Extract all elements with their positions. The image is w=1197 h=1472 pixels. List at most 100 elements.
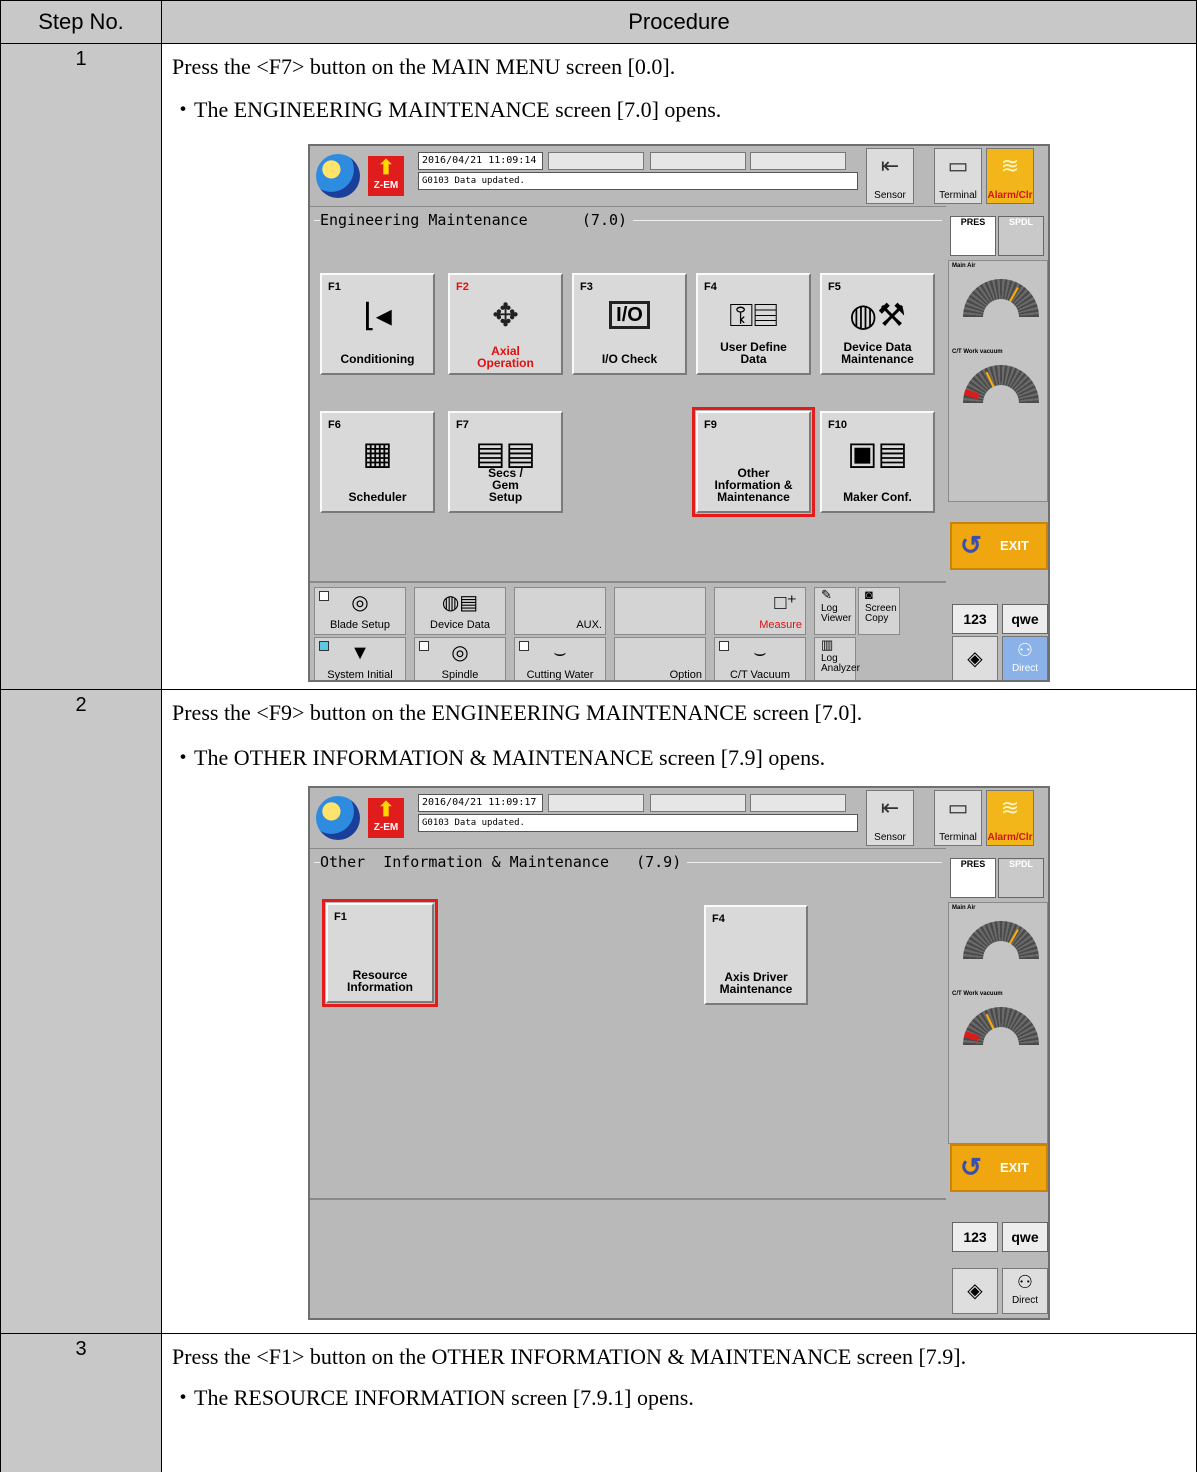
ct-vacuum-icon: ⌣ <box>753 642 767 664</box>
pres-spdl-indicators: PRES SPDL <box>950 216 1046 262</box>
f2-axial-operation-button[interactable]: F2 ✥ Axial Operation <box>448 273 563 375</box>
sensor-icon: ⇤ <box>880 153 900 178</box>
navigation-icon: ◈ <box>967 1280 983 1302</box>
user-define-icon: ⚿▤ <box>729 297 778 333</box>
direct-button[interactable]: ⚇ Direct <box>1002 636 1048 680</box>
highlight-frame <box>322 899 438 1007</box>
instruction-text: Press the <F9> button on the ENGINEERING… <box>172 700 863 725</box>
result-text: ・The RESOURCE INFORMATION screen [7.9.1]… <box>172 1385 694 1410</box>
navigation-button[interactable]: ◈ <box>952 636 998 680</box>
procedure-cell: Press the <F9> button on the ENGINEERING… <box>162 690 1197 1334</box>
z-em-button[interactable]: ⬆ Z-EM <box>368 798 404 838</box>
axial-operation-icon: ✥ <box>492 297 519 333</box>
gauge-needle <box>1000 287 1019 317</box>
f4-axis-driver-maintenance-button[interactable]: F4 Axis Driver Maintenance <box>704 905 808 1005</box>
screen-title: Engineering Maintenance (7.0) <box>320 211 634 229</box>
sensor-button[interactable]: ⇤ Sensor <box>866 148 914 204</box>
pres-indicator: PRES <box>950 858 996 898</box>
exit-icon: ↺ <box>960 1152 982 1182</box>
ct-work-vacuum-gauge <box>963 1007 1039 1045</box>
exit-button[interactable]: ↺ EXIT <box>950 1144 1048 1192</box>
step-number: 1 <box>0 44 162 690</box>
procedure-cell: Press the <F7> button on the MAIN MENU s… <box>162 44 1197 690</box>
engineering-maintenance-screenshot: ⬆ Z-EM 2016/04/21 11:09:14 G0103 Data upd… <box>308 144 1050 682</box>
status-field <box>548 152 644 170</box>
maker-only-icon: ▣▤ <box>847 435 908 471</box>
z-em-button[interactable]: ⬆ Z-EM <box>368 156 404 196</box>
aux-button[interactable]: AUX. <box>514 587 606 635</box>
terminal-icon: ▭ <box>947 795 969 820</box>
measure-icon: □⁺ <box>774 592 797 614</box>
status-field <box>548 794 644 812</box>
gauge-label: C/T Work vacuum <box>952 349 1003 355</box>
alarm-icon: ≋ <box>1000 795 1020 820</box>
status-field <box>650 794 746 812</box>
screen-copy-button[interactable]: ◙ Screen Copy <box>858 587 900 635</box>
status-field <box>750 152 846 170</box>
system-initial-icon: ▼ <box>350 642 370 664</box>
gauge-red-zone <box>963 388 980 400</box>
step-number: 2 <box>0 690 162 1334</box>
f10-maker-conf-button[interactable]: F10 ▣▤ Maker Conf. <box>820 411 935 513</box>
camera-icon: ◙ <box>865 587 873 602</box>
exit-button[interactable]: ↺ EXIT <box>950 522 1048 570</box>
log-viewer-button[interactable]: ✎ Log Viewer <box>814 587 856 635</box>
top-bar: ⬆ Z-EM 2016/04/21 11:09:14 G0103 Data upd… <box>310 146 1048 206</box>
sensor-icon: ⇤ <box>880 795 900 820</box>
gauge-needle <box>985 1013 1002 1045</box>
log-analyzer-icon: ▥ <box>821 637 834 652</box>
direct-icon: ⚇ <box>1016 640 1034 660</box>
pres-spdl-indicators: PRES SPDL <box>950 858 1046 904</box>
gauge-needle <box>1000 929 1019 959</box>
side-panel: PRES SPDL Main Air C/T Work vacuum ↺ EXI… <box>946 206 1048 680</box>
f1-conditioning-button[interactable]: F1 ⌊◂ Conditioning <box>320 273 435 375</box>
conditioning-icon: ⌊◂ <box>363 297 392 333</box>
procedure-cell: Press the <F1> button on the OTHER INFOR… <box>162 1334 1197 1472</box>
numeric-keypad-button[interactable]: 123 <box>952 1222 998 1252</box>
direct-button[interactable]: ⚇ Direct <box>1002 1268 1048 1314</box>
header-step-no: Step No. <box>0 0 162 44</box>
log-analyzer-button[interactable]: ▥ Log Analyzer <box>814 637 860 680</box>
alarm-clear-button[interactable]: ≋ Alarm/Clr <box>986 148 1034 204</box>
blank-button[interactable] <box>614 587 706 635</box>
f6-scheduler-button[interactable]: F6 ▦ Scheduler <box>320 411 435 513</box>
spindle-icon: ◎ <box>451 642 469 664</box>
measure-button[interactable]: □⁺ Measure <box>714 587 806 635</box>
gauge-label: Main Air <box>952 263 976 269</box>
terminal-icon: ▭ <box>947 153 969 178</box>
up-arrow-icon: ⬆ <box>377 157 395 179</box>
gauge-panel: Main Air C/T Work vacuum <box>948 260 1048 502</box>
system-initial-button[interactable]: ▼ System Initial <box>314 637 406 680</box>
keyboard-button[interactable]: qwe <box>1002 1222 1048 1252</box>
top-bar: ⬆ Z-EM 2016/04/21 11:09:17 G0103 Data upd… <box>310 788 1048 848</box>
f5-device-data-maintenance-button[interactable]: F5 ◍⚒ Device Data Maintenance <box>820 273 935 375</box>
other-information-maintenance-screenshot: ⬆ Z-EM 2016/04/21 11:09:17 G0103 Data upd… <box>308 786 1050 1320</box>
blade-setup-button[interactable]: ◎ Blade Setup <box>314 587 406 635</box>
device-data-button[interactable]: ◍▤ Device Data <box>414 587 506 635</box>
navigation-button[interactable]: ◈ <box>952 1268 998 1314</box>
alarm-clear-button[interactable]: ≋ Alarm/Clr <box>986 790 1034 846</box>
sensor-button[interactable]: ⇤ Sensor <box>866 790 914 846</box>
instruction-text: Press the <F7> button on the MAIN MENU s… <box>172 54 676 79</box>
result-text: ・The ENGINEERING MAINTENANCE screen [7.0… <box>172 97 722 122</box>
ct-vacuum-button[interactable]: ⌣ C/T Vacuum <box>714 637 806 680</box>
cutting-water-icon: ⌣ <box>553 642 567 664</box>
terminal-button[interactable]: ▭ Terminal <box>934 148 982 204</box>
spindle-button[interactable]: ◎ Spindle <box>414 637 506 680</box>
f7-secs-gem-setup-button[interactable]: F7 ▤▤ Secs / Gem Setup <box>448 411 563 513</box>
bottom-button-bar: ◎ Blade Setup ◍▤ Device Data AUX. □⁺ Measur… <box>310 581 946 680</box>
f3-io-check-button[interactable]: F3 I/O I/O Check <box>572 273 687 375</box>
keyboard-button[interactable]: qwe <box>1002 604 1048 634</box>
gauge-label: C/T Work vacuum <box>952 991 1003 997</box>
cutting-water-button[interactable]: ⌣ Cutting Water <box>514 637 606 680</box>
terminal-button[interactable]: ▭ Terminal <box>934 790 982 846</box>
f4-user-define-data-button[interactable]: F4 ⚿▤ User Define Data <box>696 273 811 375</box>
numeric-keypad-button[interactable]: 123 <box>952 604 998 634</box>
side-panel: PRES SPDL Main Air C/T Work vacuum ↺ EXI… <box>946 848 1048 1318</box>
option-button[interactable]: Option <box>614 637 706 680</box>
scheduler-icon: ▦ <box>362 435 393 471</box>
datetime-display: 2016/04/21 11:09:14 <box>418 152 543 170</box>
message-display: G0103 Data updated. <box>418 814 858 832</box>
main-air-gauge <box>963 921 1039 959</box>
message-display: G0103 Data updated. <box>418 172 858 190</box>
